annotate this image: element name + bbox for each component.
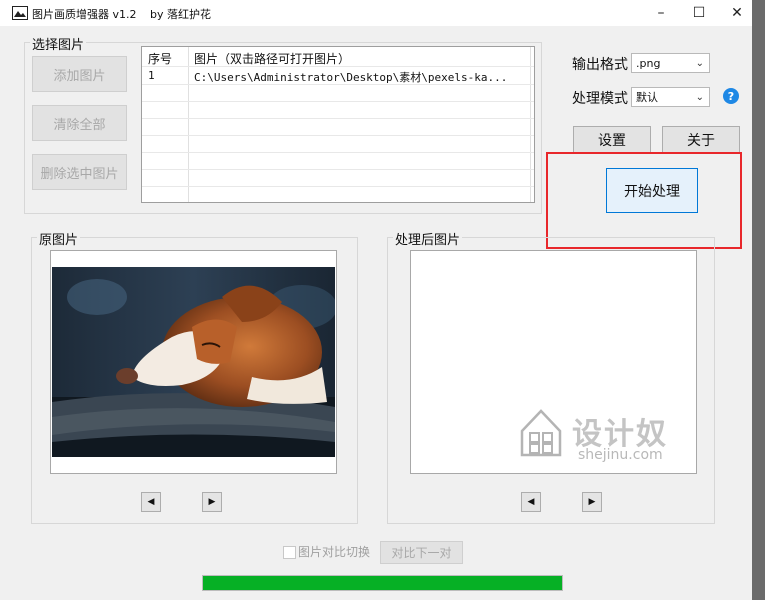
- row-divider: [142, 135, 534, 136]
- column-header-path: 图片（双击路径可打开图片）: [194, 52, 351, 66]
- row-divider: [142, 84, 534, 85]
- row-divider: [142, 101, 534, 102]
- output-format-label: 输出格式: [572, 57, 628, 73]
- close-icon: ✕: [731, 5, 743, 21]
- original-image-frame: [50, 250, 337, 474]
- processed-image-label: 处理后图片: [393, 229, 463, 248]
- settings-button[interactable]: 设置: [573, 126, 651, 154]
- output-format-select[interactable]: .png ⌄: [631, 53, 710, 73]
- house-logo-icon: [520, 409, 562, 457]
- original-prev-button[interactable]: ◀: [141, 492, 161, 512]
- row-index: 1: [148, 69, 155, 82]
- maximize-icon: ☐: [692, 5, 706, 21]
- table-row[interactable]: 1 C:\Users\Administrator\Desktop\素材\pexe…: [142, 67, 534, 84]
- processed-prev-button[interactable]: ◀: [521, 492, 541, 512]
- chevron-down-icon: ⌄: [695, 58, 704, 69]
- column-header-index: 序号: [148, 52, 173, 66]
- title-bar: 图片画质增强器 v1.2 by 落红护花 – ☐ ✕: [0, 0, 752, 26]
- minimize-button[interactable]: –: [644, 0, 678, 26]
- add-image-button[interactable]: 添加图片: [32, 56, 127, 92]
- app-logo-icon: [12, 6, 28, 20]
- arrow-left-icon: ◀: [147, 497, 155, 507]
- clear-all-button[interactable]: 清除全部: [32, 105, 127, 141]
- output-format-value: .png: [636, 56, 661, 70]
- about-button[interactable]: 关于: [662, 126, 740, 154]
- original-image-label: 原图片: [37, 229, 81, 248]
- app-window: 图片画质增强器 v1.2 by 落红护花 – ☐ ✕ 选择图片 添加图片 清除全…: [0, 0, 752, 600]
- minimize-icon: –: [657, 5, 665, 21]
- row-divider: [142, 118, 534, 119]
- progress-fill: [203, 576, 562, 590]
- help-icon[interactable]: ?: [723, 88, 739, 104]
- dog-photo: [52, 267, 335, 457]
- select-image-label: 选择图片: [30, 34, 87, 53]
- watermark-url: shejinu.com: [578, 447, 663, 463]
- highlight-annotation: [546, 152, 742, 249]
- compare-toggle-label: 图片对比切换: [298, 545, 371, 559]
- processed-next-button[interactable]: ▶: [582, 492, 602, 512]
- close-button[interactable]: ✕: [720, 0, 754, 26]
- file-list[interactable]: 序号 图片（双击路径可打开图片） 1 C:\Users\Administrato…: [141, 46, 535, 203]
- window-author: by 落红护花: [150, 8, 211, 21]
- row-divider: [142, 169, 534, 170]
- process-mode-label: 处理模式: [572, 91, 628, 107]
- row-divider: [142, 152, 534, 153]
- arrow-left-icon: ◀: [527, 497, 535, 507]
- arrow-right-icon: ▶: [208, 497, 216, 507]
- chevron-down-icon: ⌄: [695, 92, 704, 103]
- maximize-button[interactable]: ☐: [682, 0, 716, 26]
- row-path[interactable]: C:\Users\Administrator\Desktop\素材\pexels…: [194, 69, 507, 85]
- compare-next-button[interactable]: 对比下一对: [380, 541, 463, 564]
- process-mode-value: 默认: [636, 91, 658, 104]
- row-divider: [142, 186, 534, 187]
- window-title: 图片画质增强器 v1.2: [32, 8, 137, 21]
- original-next-button[interactable]: ▶: [202, 492, 222, 512]
- progress-bar: [202, 575, 563, 591]
- arrow-right-icon: ▶: [588, 497, 596, 507]
- compare-toggle-checkbox[interactable]: [283, 546, 296, 559]
- process-mode-select[interactable]: 默认 ⌄: [631, 87, 710, 107]
- delete-selected-button[interactable]: 删除选中图片: [32, 154, 127, 190]
